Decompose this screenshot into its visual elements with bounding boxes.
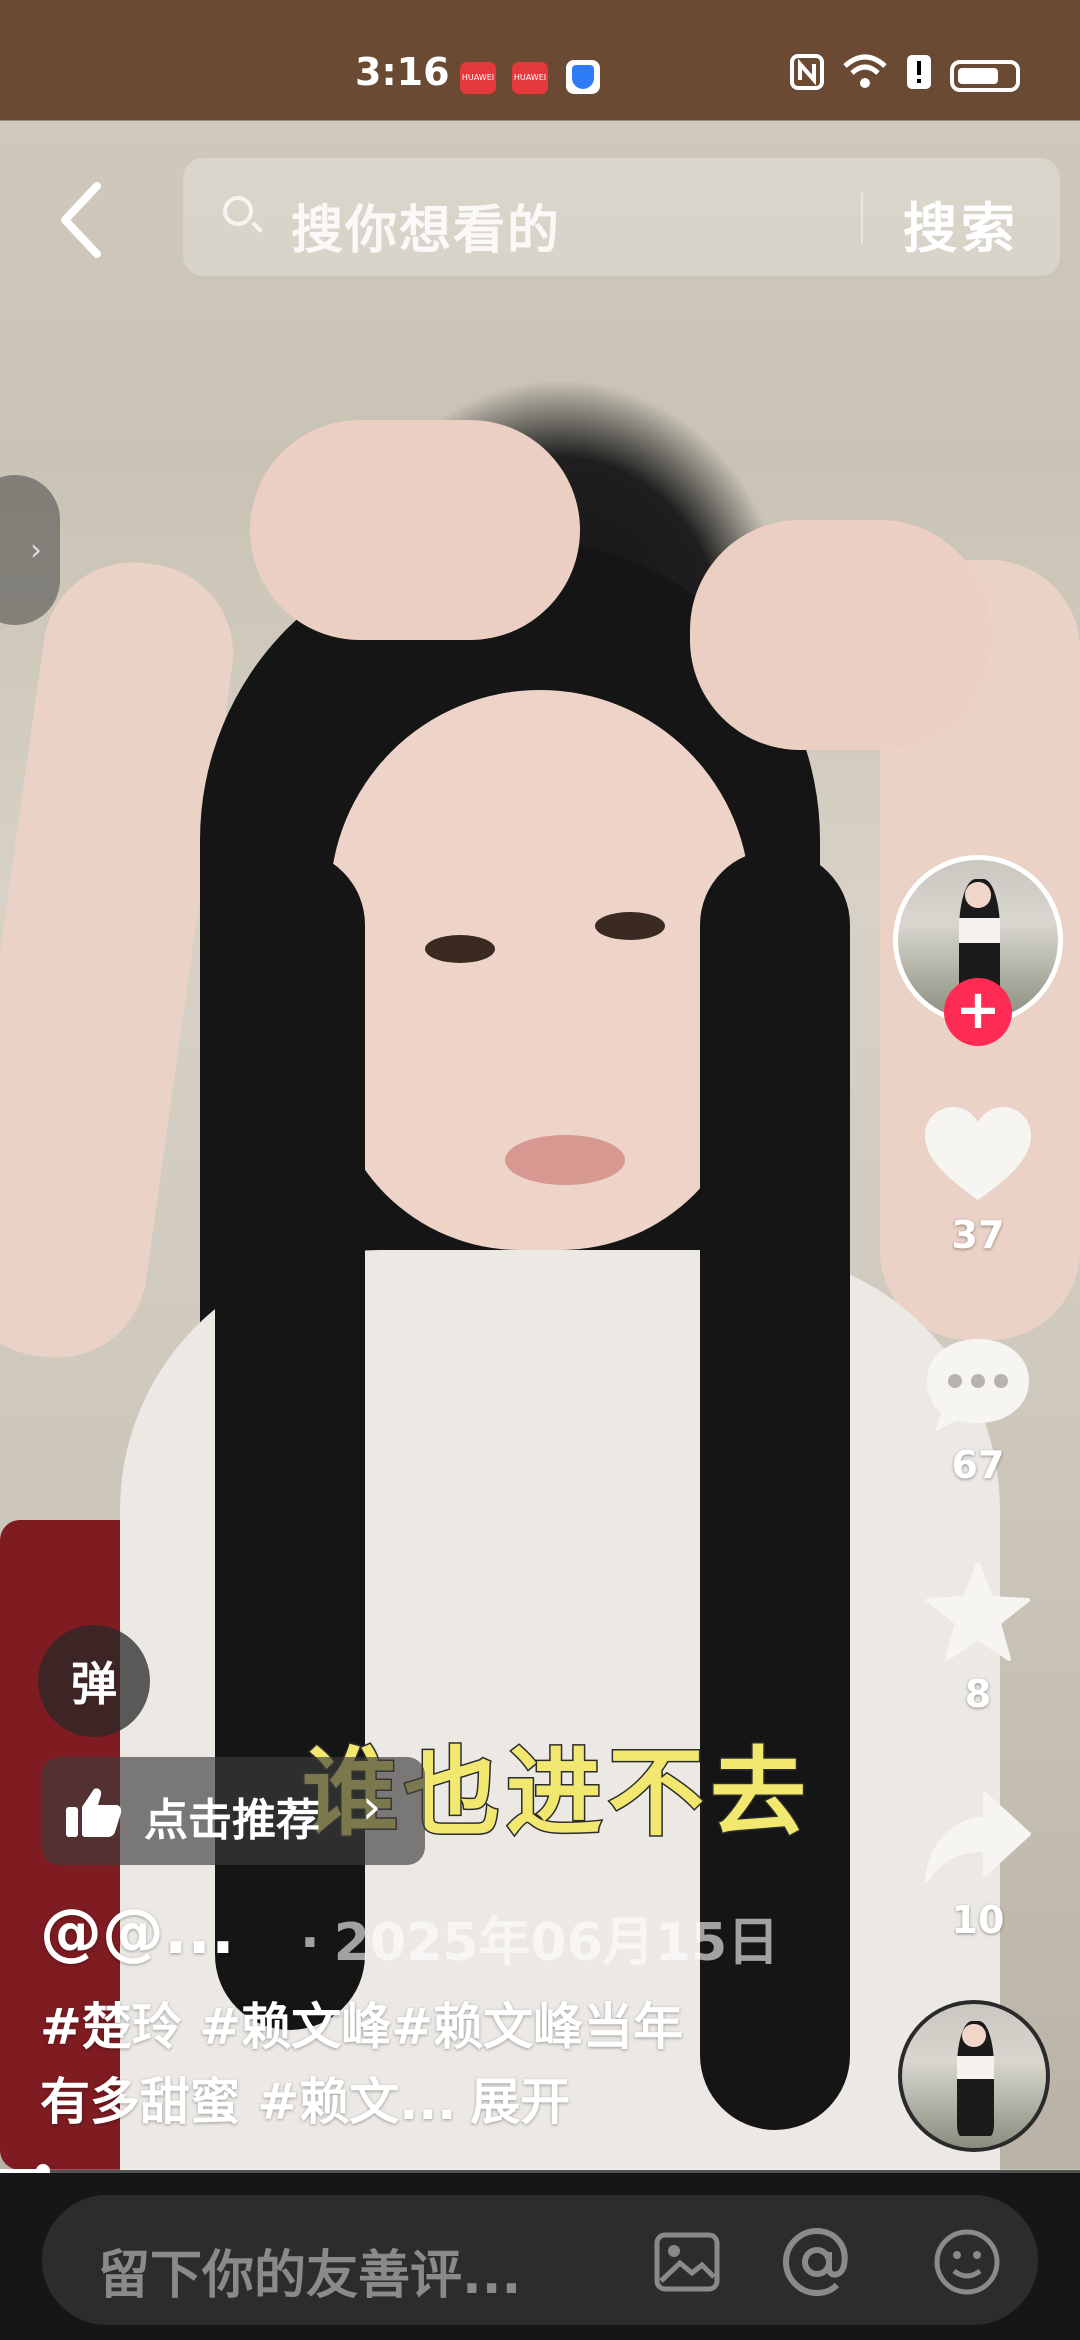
recommend-button[interactable]: 点击推荐 › xyxy=(42,1757,425,1865)
chevron-right-icon: › xyxy=(362,1779,382,1835)
back-button[interactable] xyxy=(40,170,120,270)
share-button[interactable]: 10 xyxy=(918,1790,1038,1942)
search-button[interactable]: 搜索 xyxy=(903,184,1019,263)
description-text: #楚玲 #赖文峰#赖文峰当年有多甜蜜 #赖文... xyxy=(40,1998,684,2131)
at-icon[interactable] xyxy=(782,2227,852,2297)
image-icon[interactable] xyxy=(652,2227,722,2297)
video-frame-lips xyxy=(505,1135,625,1185)
search-bar[interactable]: 搜你想看的 搜索 xyxy=(183,158,1060,276)
danmaku-toggle[interactable]: 弹 xyxy=(38,1625,150,1737)
search-divider xyxy=(861,192,863,244)
status-time: 3:16 xyxy=(355,50,450,94)
video-frame-hand xyxy=(690,520,990,750)
nfc-icon xyxy=(790,54,824,98)
follow-button[interactable]: + xyxy=(944,978,1012,1046)
share-count: 10 xyxy=(951,1898,1005,1942)
side-panel-handle[interactable]: › xyxy=(0,475,60,625)
status-bar: 3:16 HUAWEI HUAWEI xyxy=(0,0,1080,150)
chevron-right-icon: › xyxy=(30,532,42,568)
music-disc[interactable] xyxy=(898,2000,1050,2152)
comment-placeholder: 留下你的友善评... xyxy=(98,2246,522,2306)
search-input[interactable]: 搜你想看的 xyxy=(291,188,561,263)
comment-icon xyxy=(927,1339,1029,1432)
comment-count: 67 xyxy=(951,1443,1005,1487)
sim-alert-icon xyxy=(906,54,932,98)
wifi-icon xyxy=(842,54,888,98)
search-icon xyxy=(223,196,253,226)
favorite-button[interactable]: 8 xyxy=(918,1560,1038,1716)
like-button[interactable]: 37 xyxy=(918,1105,1038,1257)
video-frame-eye xyxy=(425,935,495,963)
share-icon xyxy=(925,1792,1031,1882)
status-indicators xyxy=(790,52,1020,100)
like-count: 37 xyxy=(951,1213,1005,1257)
huawei-app-icon: HUAWEI xyxy=(512,62,548,94)
comment-button[interactable]: 67 xyxy=(918,1335,1038,1487)
star-icon xyxy=(926,1562,1030,1661)
favorite-count: 8 xyxy=(964,1672,992,1716)
video-frame-hand xyxy=(250,420,580,640)
recommend-label: 点击推荐 xyxy=(144,1795,320,1846)
danmaku-label: 弹 xyxy=(71,1657,117,1711)
expand-button[interactable]: 展开 xyxy=(470,2073,570,2131)
emoji-icon[interactable] xyxy=(932,2227,1002,2297)
post-date: 2025年06月15日 xyxy=(300,1900,779,1975)
video-frame-eye xyxy=(595,912,665,940)
post-description[interactable]: #楚玲 #赖文峰#赖文峰当年有多甜蜜 #赖文... 展开 xyxy=(40,1990,720,2140)
heart-icon xyxy=(925,1107,1031,1200)
huawei-app-icon: HUAWEI xyxy=(460,62,496,94)
security-shield-icon xyxy=(566,60,600,94)
author-name[interactable]: @@... xyxy=(40,1895,235,1968)
battery-icon xyxy=(950,60,1020,92)
back-arrow-icon xyxy=(61,182,101,258)
plus-icon: + xyxy=(955,978,1001,1041)
comment-input[interactable]: 留下你的友善评... xyxy=(42,2195,1038,2325)
thumbs-up-icon xyxy=(66,1788,122,1837)
